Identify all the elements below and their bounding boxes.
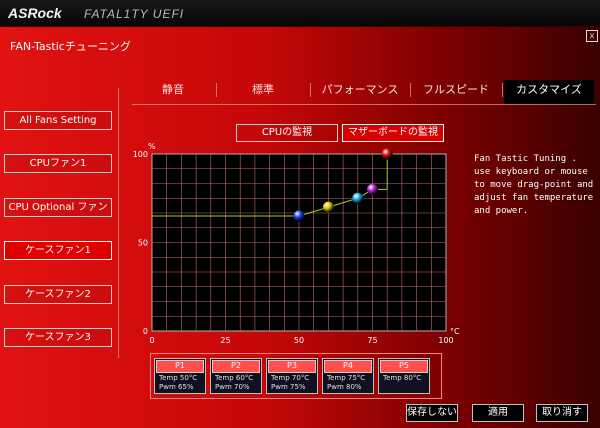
tab-divider: [310, 83, 311, 97]
point-card-temp: Temp 80°C: [383, 374, 422, 382]
top-bar: ASRock FATAL1TY UEFI: [0, 0, 600, 27]
x-tick-label: 25: [220, 336, 230, 345]
discard-button[interactable]: 保存しない: [406, 404, 458, 422]
point-card-p1[interactable]: P1 Temp 50°C Pwm 65%: [154, 358, 206, 394]
point-card-p3[interactable]: P3 Temp 70°C Pwm 75%: [266, 358, 318, 394]
tab-divider: [502, 83, 503, 97]
point-card-temp: Temp 60°C: [215, 374, 254, 382]
point-card-pwm: Pwm 75%: [271, 383, 306, 391]
y-unit-label: %: [148, 142, 156, 151]
x-tick-label: 100: [438, 336, 453, 345]
point-card-temp: Temp 50°C: [159, 374, 198, 382]
sidebar-divider: [118, 88, 119, 358]
point-card-title: P2: [212, 360, 260, 373]
cancel-button[interactable]: 取り消す: [536, 404, 588, 422]
apply-button[interactable]: 適用: [472, 404, 524, 422]
point-card-p4[interactable]: P4 Temp 75°C Pwm 80%: [322, 358, 374, 394]
point-card-title: P3: [268, 360, 316, 373]
point-card-title: P5: [380, 360, 428, 373]
point-card-title: P4: [324, 360, 372, 373]
drag-point-p5[interactable]: [381, 148, 393, 160]
tab-divider: [216, 83, 217, 97]
window-title: FAN-Tasticチューニング: [10, 40, 131, 53]
help-text: Fan Tastic Tuning . use keyboard or mous…: [474, 154, 594, 216]
x-tick-label: 0: [149, 336, 154, 345]
close-button[interactable]: x: [586, 30, 598, 42]
sidebar-item-cpu-fan1[interactable]: CPUファン1: [4, 154, 112, 173]
y-tick-label: 100: [133, 150, 148, 159]
tab-full-speed[interactable]: フルスピード: [412, 80, 500, 104]
point-card-title: P1: [156, 360, 204, 373]
tab-quiet[interactable]: 静音: [132, 80, 214, 104]
x-tick-labels: 0 25 50 75 100: [149, 336, 453, 345]
point-card-pwm: Pwm 65%: [159, 383, 194, 391]
point-card-p5[interactable]: P5 Temp 80°C: [378, 358, 430, 394]
tab-divider: [410, 83, 411, 97]
tab-performance[interactable]: パフォーマンス: [312, 80, 408, 104]
sidebar-item-all-fans[interactable]: All Fans Setting: [4, 111, 112, 130]
sidebar-item-case-fan3[interactable]: ケースファン3: [4, 328, 112, 347]
drag-point-p1[interactable]: [293, 210, 305, 222]
product-logo: FATAL1TY UEFI: [84, 7, 185, 21]
fan-curve-chart[interactable]: % °C 0 50 100 0 25 50 75 100: [130, 138, 460, 348]
point-card-pwm: Pwm 80%: [327, 383, 362, 391]
chart-grid: [152, 154, 446, 331]
sidebar-item-case-fan1[interactable]: ケースファン1: [4, 241, 112, 260]
drag-point-p3[interactable]: [352, 192, 364, 204]
point-card-temp: Temp 70°C: [271, 374, 310, 382]
sidebar-item-case-fan2[interactable]: ケースファン2: [4, 285, 112, 304]
y-tick-label: 0: [143, 327, 148, 336]
point-card-pwm: Pwm 70%: [215, 383, 250, 391]
point-card-p2[interactable]: P2 Temp 60°C Pwm 70%: [210, 358, 262, 394]
drag-point-p4[interactable]: [367, 183, 378, 195]
tab-customize[interactable]: カスタマイズ: [504, 80, 594, 104]
sidebar-item-cpu-optional-fan[interactable]: CPU Optional ファン: [4, 198, 112, 217]
tab-underline: [132, 104, 596, 105]
tab-standard[interactable]: 標準: [218, 80, 308, 104]
point-card-temp: Temp 75°C: [327, 374, 366, 382]
x-tick-label: 50: [294, 336, 304, 345]
x-unit-label: °C: [450, 327, 460, 336]
y-tick-label: 50: [138, 239, 148, 248]
drag-point-p2[interactable]: [322, 201, 334, 213]
y-tick-labels: 0 50 100: [133, 150, 148, 336]
brand-logo: ASRock: [8, 5, 62, 21]
x-tick-label: 75: [367, 336, 377, 345]
